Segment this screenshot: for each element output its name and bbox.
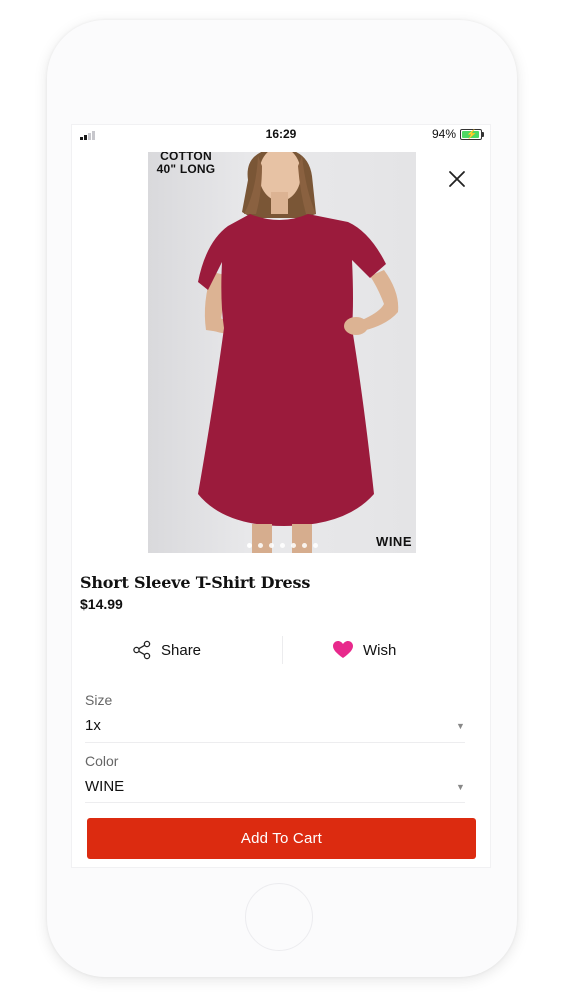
caret-down-icon: ▼ [456,721,465,731]
image-tag-line2: 40" LONG [156,162,216,176]
status-bar: 16:29 94% ⚡ [72,125,490,145]
status-time: 16:29 [265,127,297,141]
carousel-dot[interactable] [290,543,296,548]
battery-percent: 94% [431,127,456,141]
dress-model-illustration [198,152,399,553]
image-carousel-dots[interactable] [148,543,416,548]
battery-icon: ⚡ [460,129,484,140]
carousel-dot[interactable] [268,543,274,548]
size-divider [85,742,465,743]
carousel-dot[interactable] [257,543,263,548]
product-price: $14.99 [80,596,123,612]
heart-icon [333,641,353,658]
wish-button[interactable]: Wish [332,630,396,670]
action-divider [282,636,283,664]
action-bar: Share Wish [80,630,482,670]
add-to-cart-button[interactable]: Add To Cart [87,818,476,859]
carousel-dot[interactable] [246,543,252,548]
size-label: Size [85,692,113,708]
size-value: 1x [85,717,101,734]
close-button[interactable] [444,166,470,192]
caret-down-icon: ▼ [456,782,465,792]
color-value: WINE [85,778,125,795]
home-button[interactable] [245,883,313,951]
carousel-dot[interactable] [279,543,285,548]
carousel-dot[interactable] [312,543,318,548]
share-label: Share [161,641,202,659]
share-button[interactable]: Share [132,630,201,670]
image-tag: COTTON 40" LONG [154,152,218,176]
carousel-dot[interactable] [301,543,307,548]
product-image[interactable]: COTTON 40" LONG WINE [148,152,416,553]
share-icon [133,640,151,660]
product-modal: 16:29 94% ⚡ COTTON 40" LONG WINE Short S… [72,125,490,867]
color-divider [85,802,465,803]
product-title: Short Sleeve T-Shirt Dress [80,573,311,592]
color-label: Color [85,753,119,769]
close-icon [449,171,465,187]
wish-label: Wish [363,641,397,659]
